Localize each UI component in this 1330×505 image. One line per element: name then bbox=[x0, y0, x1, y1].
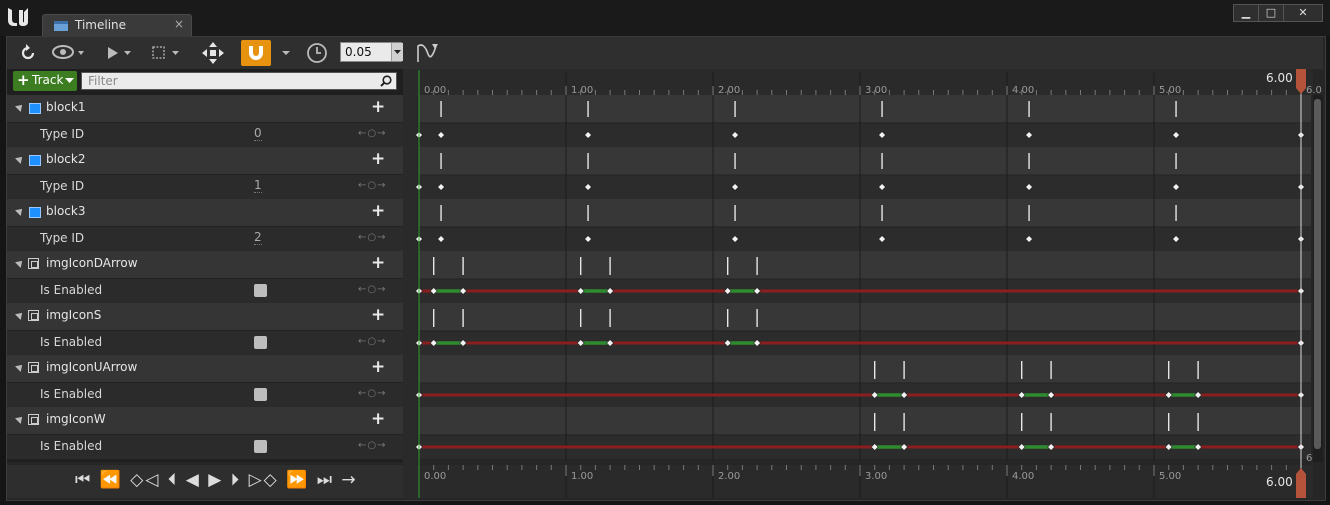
time-tick-label: 0.00 bbox=[424, 85, 446, 96]
time-tick-label: 2.00 bbox=[718, 471, 740, 482]
time-tick-label: 3.00 bbox=[865, 471, 887, 482]
end-marker-handle[interactable] bbox=[1296, 468, 1306, 498]
time-tick-label: 4.00 bbox=[1012, 471, 1034, 482]
track-lane-imgIconDArrow[interactable] bbox=[419, 251, 1311, 279]
track-lane-imgIconS[interactable] bbox=[419, 303, 1311, 331]
vertical-scrollbar[interactable] bbox=[1313, 95, 1323, 462]
end-time-label: 6.00 bbox=[1266, 71, 1293, 85]
time-tick-label: 1.00 bbox=[571, 85, 593, 96]
track-lane-imgIconUArrow[interactable] bbox=[419, 355, 1311, 383]
time-tick-label: 5.00 bbox=[1159, 471, 1181, 482]
track-lane-block2[interactable] bbox=[419, 147, 1311, 175]
time-tick-label: 1.00 bbox=[571, 471, 593, 482]
track-lane-imgIconW[interactable] bbox=[419, 407, 1311, 435]
track-lane-block1[interactable] bbox=[419, 95, 1311, 123]
end-time-label: 6.00 bbox=[1266, 475, 1293, 489]
time-tick-label: 2.00 bbox=[718, 85, 740, 96]
time-tick-label: 4.00 bbox=[1012, 85, 1034, 96]
scrollbar-thumb[interactable] bbox=[1314, 99, 1321, 449]
time-tick-label: 0.00 bbox=[424, 471, 446, 482]
track-lane-block3[interactable] bbox=[419, 199, 1311, 227]
timeline-tracks[interactable]: 0.00 0.00 1.00 1.00 2.00 2.00 3.00 3.00 4.00 4.00… bbox=[0, 0, 1330, 505]
time-tick-label: 5.00 bbox=[1159, 85, 1181, 96]
end-marker-handle[interactable] bbox=[1296, 69, 1306, 94]
time-tick-label: 3.00 bbox=[865, 85, 887, 96]
